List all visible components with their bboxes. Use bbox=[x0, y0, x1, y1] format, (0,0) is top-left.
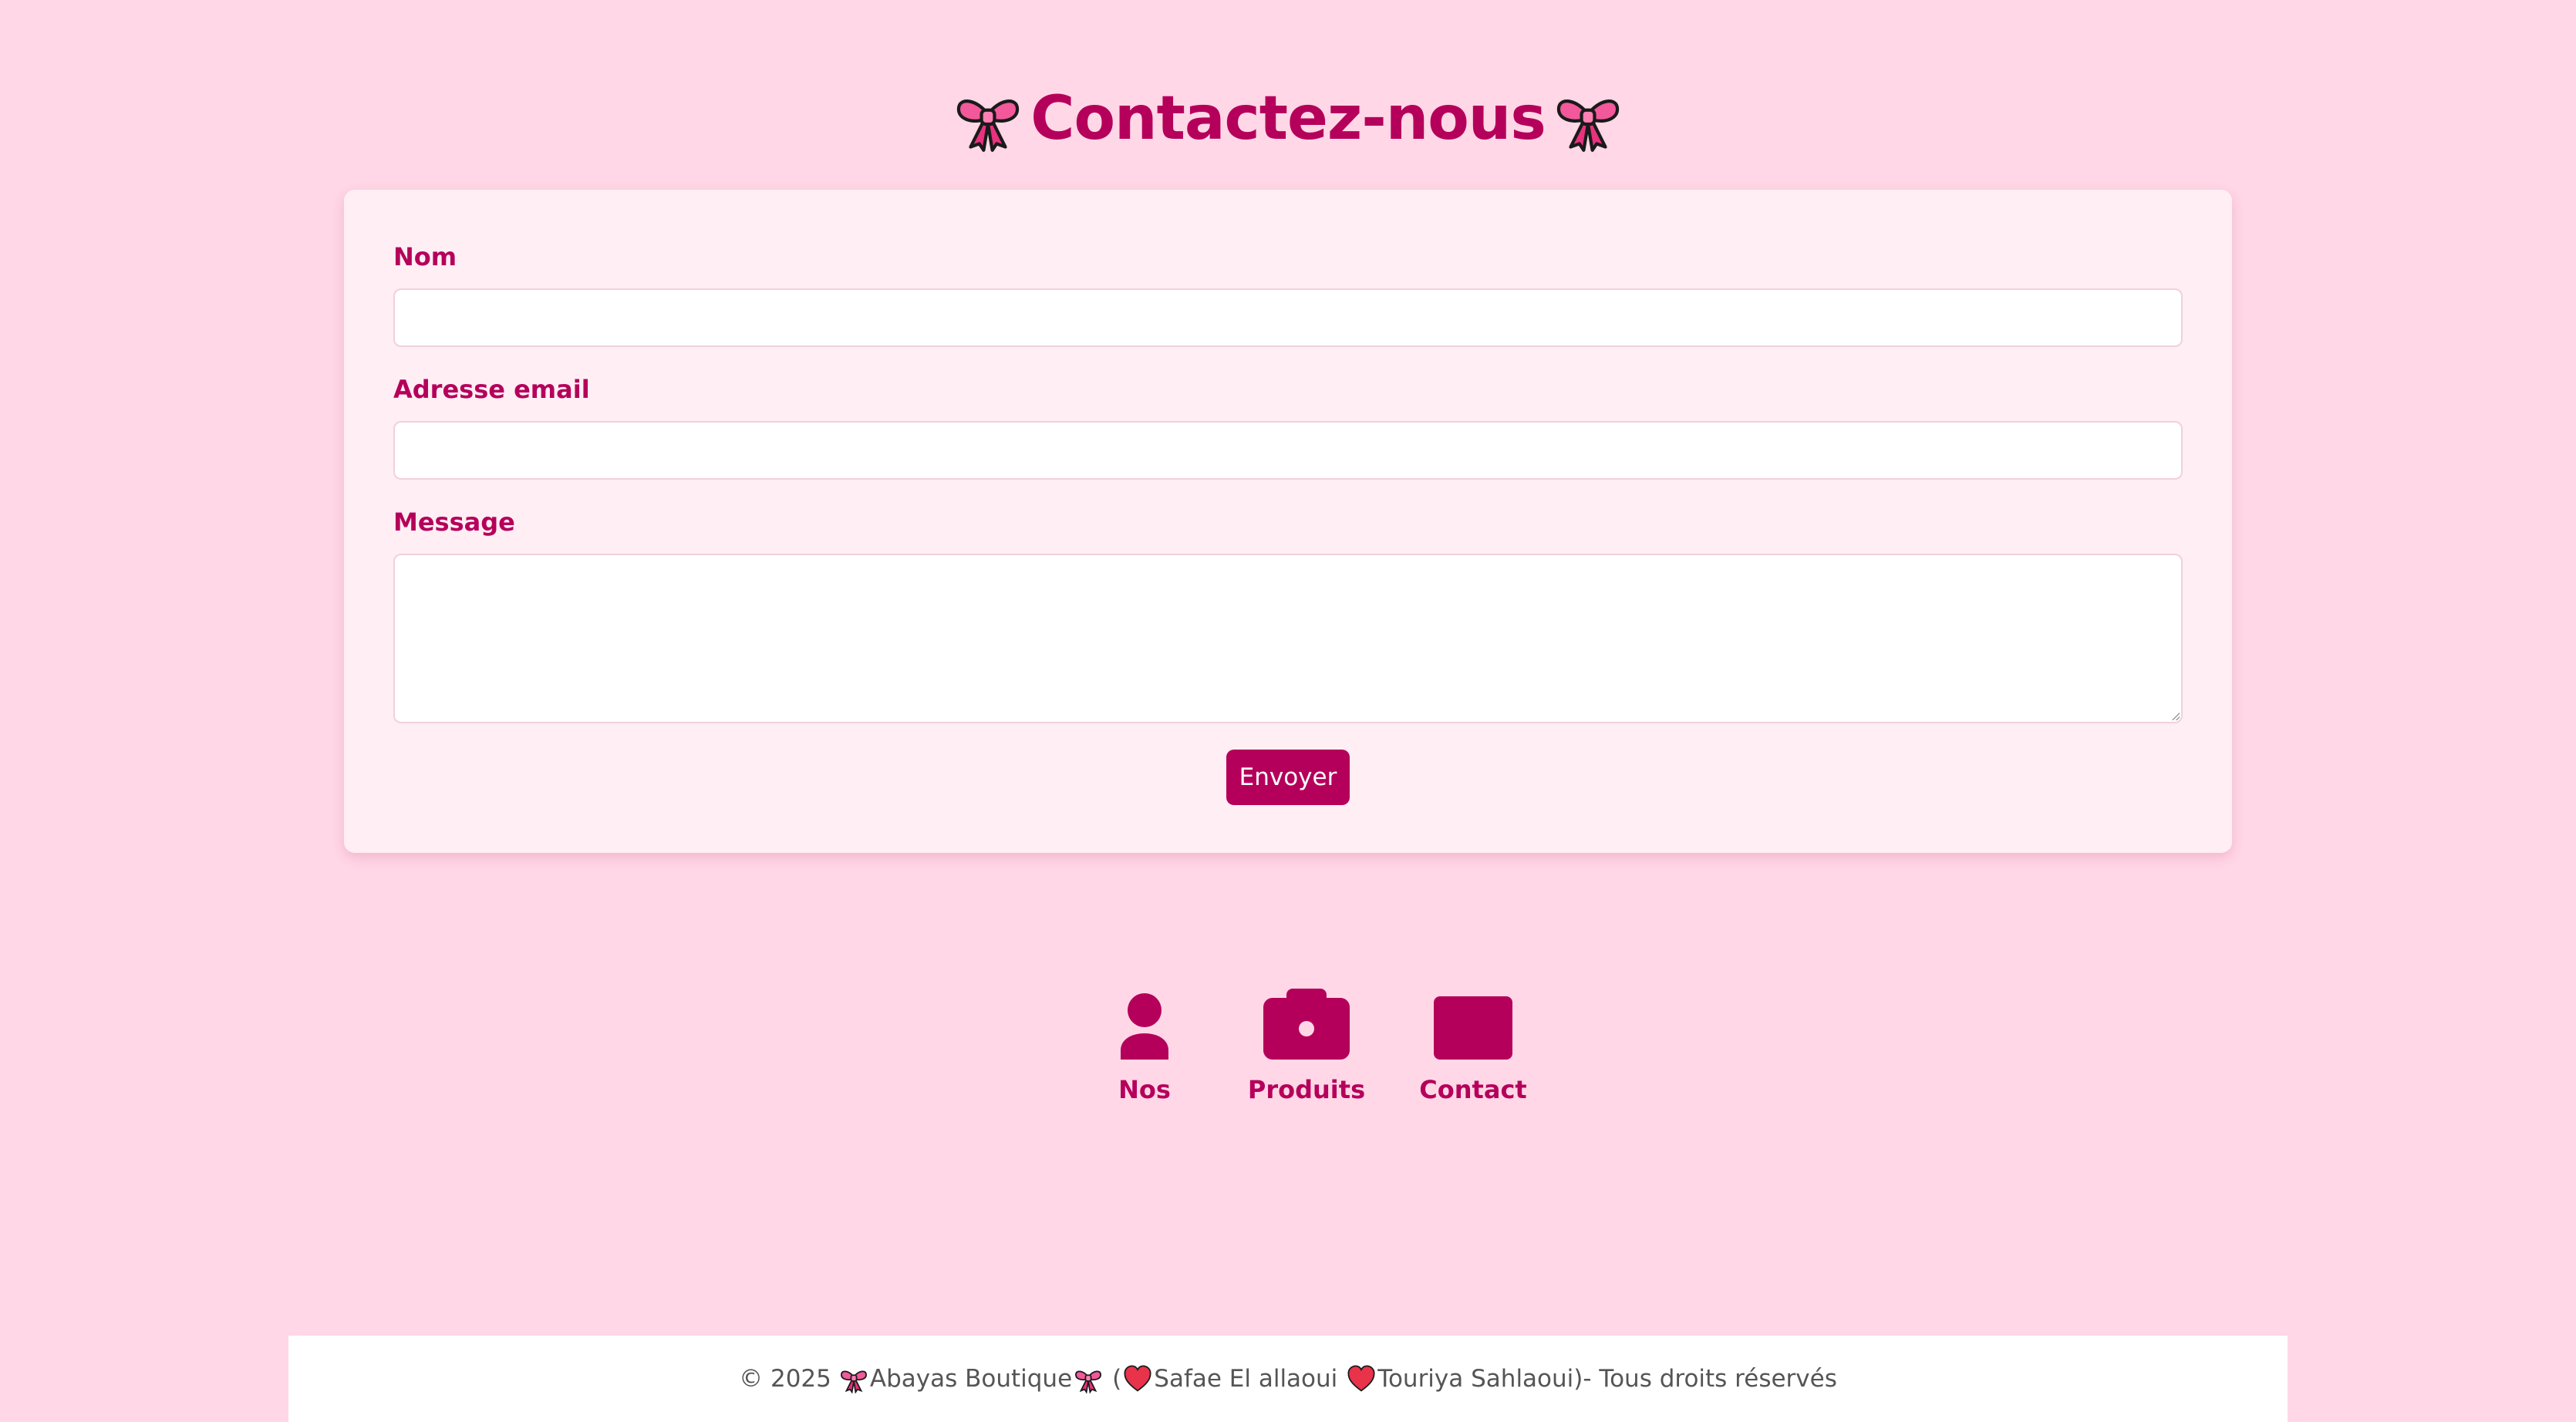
author-1: Safae El allaoui bbox=[1154, 1365, 1338, 1393]
name-label: Nom bbox=[393, 242, 457, 271]
footer: © 2025 Abayas Boutique (Safae El allaou… bbox=[288, 1336, 2288, 1422]
bottom-nav: Nos Produits Contact bbox=[1067, 984, 1546, 1115]
envelope-icon bbox=[1427, 984, 1519, 1060]
resize-handle[interactable] bbox=[2172, 713, 2180, 720]
heart-icon bbox=[1347, 1364, 1376, 1393]
email-label: Adresse email bbox=[393, 375, 590, 404]
name-field[interactable] bbox=[393, 288, 2183, 347]
nav-label-nos: Nos bbox=[1118, 1075, 1171, 1104]
message-label: Message bbox=[393, 507, 515, 537]
nav-item-contact[interactable]: Contact bbox=[1396, 984, 1550, 1115]
page-title: Contactez-nous bbox=[0, 76, 2576, 162]
bow-icon bbox=[1074, 1364, 1103, 1393]
message-field[interactable] bbox=[393, 554, 2183, 723]
bow-icon bbox=[953, 84, 1023, 153]
nav-label-contact: Contact bbox=[1419, 1075, 1527, 1104]
page-title-text: Contactez-nous bbox=[1030, 84, 1546, 153]
heart-icon bbox=[1123, 1364, 1152, 1393]
nav-item-nos[interactable]: Nos bbox=[1067, 984, 1222, 1115]
bow-icon bbox=[839, 1364, 868, 1393]
contact-form: Nom Adresse email Message Envoyer bbox=[344, 190, 2232, 853]
user-icon bbox=[1098, 984, 1191, 1060]
nav-label-produits: Produits bbox=[1247, 1075, 1366, 1104]
send-button[interactable]: Envoyer bbox=[1226, 750, 1350, 805]
copyright-text: © 2025 bbox=[739, 1365, 831, 1393]
nav-item-produits[interactable]: Produits bbox=[1229, 984, 1384, 1115]
camera-icon bbox=[1260, 984, 1353, 1060]
paren-open: ( bbox=[1112, 1365, 1122, 1393]
bow-icon bbox=[1553, 84, 1623, 153]
email-field[interactable] bbox=[393, 421, 2183, 480]
brand-name: Abayas Boutique bbox=[869, 1365, 1073, 1393]
author-2: Touriya Sahlaoui)- Tous droits réservés bbox=[1377, 1365, 1837, 1393]
footer-text: © 2025 Abayas Boutique (Safae El allaou… bbox=[739, 1364, 1837, 1393]
